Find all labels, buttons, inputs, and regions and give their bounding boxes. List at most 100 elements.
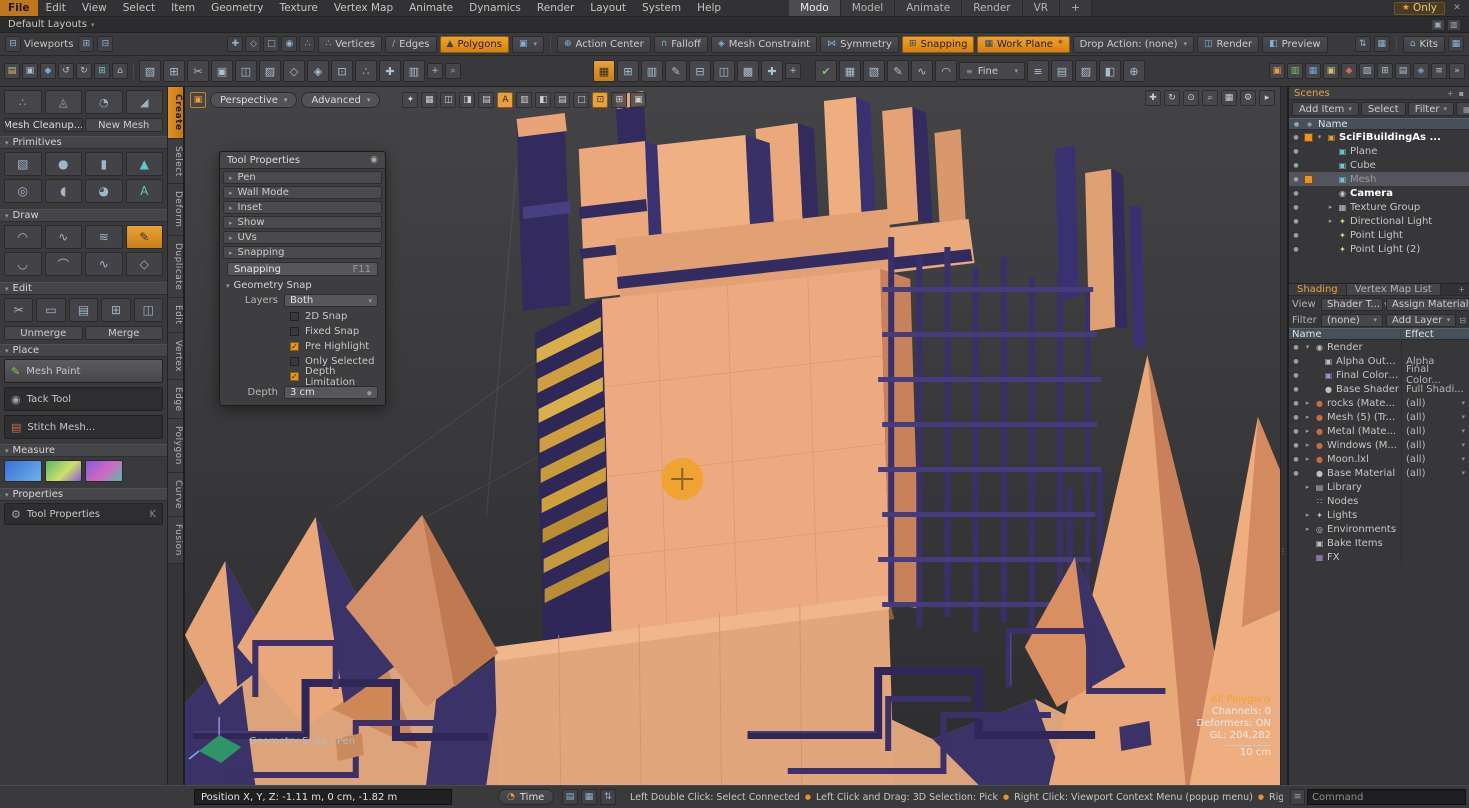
geometry-tool-icon[interactable]: ▣ bbox=[211, 60, 233, 82]
display-tool-icon[interactable]: ◧ bbox=[1099, 60, 1121, 82]
mesh-preset-icon[interactable]: ◢ bbox=[126, 90, 164, 114]
geometry-tool-icon[interactable]: ∴ bbox=[355, 60, 377, 82]
viewport-option-icon[interactable]: ▥ bbox=[516, 92, 532, 108]
eye-icon[interactable]: ● bbox=[1291, 442, 1301, 449]
preview-button[interactable]: ◧ Preview bbox=[1262, 36, 1327, 53]
expand-arrow-icon[interactable]: ▸ bbox=[1303, 483, 1312, 491]
viewport-nav-icon[interactable]: ⚙ bbox=[1240, 90, 1256, 106]
panel-options-icon[interactable]: ◉ bbox=[370, 155, 378, 165]
render-flag-icon[interactable] bbox=[1303, 133, 1313, 142]
snapping-toggle-button[interactable]: Snapping F11 bbox=[227, 262, 378, 276]
scene-item-row[interactable]: ● ▸ ✦ Directional Light bbox=[1289, 214, 1469, 228]
scene-item-row[interactable]: ● ◉ Camera bbox=[1289, 186, 1469, 200]
expand-arrow-icon[interactable]: ▸ bbox=[1303, 399, 1312, 407]
drop-action-dropdown[interactable]: Drop Action: (none) ▾ bbox=[1073, 36, 1194, 53]
eye-icon[interactable]: ● bbox=[1291, 232, 1301, 239]
expand-arrow-icon[interactable]: ▸ bbox=[1303, 455, 1312, 463]
shader-layer-row[interactable]: ● ▣ Final Color ... Final Color... bbox=[1289, 368, 1469, 382]
expand-arrow-icon[interactable]: ▸ bbox=[1303, 511, 1312, 519]
menu-item[interactable]: File bbox=[0, 0, 38, 16]
draw-tool-icon[interactable]: ✎ bbox=[126, 225, 164, 249]
section-properties[interactable]: ▾ Properties bbox=[0, 488, 167, 501]
add-icon[interactable]: + bbox=[1447, 89, 1454, 98]
left-tab[interactable]: Create bbox=[168, 87, 183, 139]
geometry-tool-icon[interactable]: ◫ bbox=[235, 60, 257, 82]
grid-layout-icon[interactable]: ▦ bbox=[1374, 36, 1390, 52]
primitive-tool-icon[interactable]: ◖ bbox=[45, 179, 83, 203]
new-mesh-button[interactable]: New Mesh bbox=[85, 118, 164, 132]
menu-item[interactable]: Texture bbox=[271, 0, 325, 16]
merge-button[interactable]: Merge bbox=[85, 326, 164, 340]
tab-shading[interactable]: Shading bbox=[1289, 284, 1347, 295]
edit-tool-icon[interactable]: ▭ bbox=[36, 298, 65, 322]
shader-layer-row[interactable]: ● ▾ ◉ Render bbox=[1289, 340, 1469, 354]
effect-dropdown-icon[interactable]: ▾ bbox=[1461, 399, 1465, 407]
workplane-tool-icon[interactable]: ✎ bbox=[887, 60, 909, 82]
mesh-preset-icon[interactable]: ◔ bbox=[85, 90, 123, 114]
viewport-option-icon[interactable]: ✦ bbox=[402, 92, 418, 108]
shader-layer-row[interactable]: ● ▸ ▤ Library bbox=[1289, 480, 1469, 494]
shader-layer-row[interactable]: ● ▸ ● Windows (M... (all) ▾ bbox=[1289, 438, 1469, 452]
menu-item[interactable]: Select bbox=[115, 0, 163, 16]
eye-icon[interactable]: ● bbox=[1291, 176, 1301, 183]
checkbox-row[interactable]: ✓ 2D Snap bbox=[220, 309, 385, 324]
render-flag-icon[interactable] bbox=[1303, 161, 1313, 170]
app-icon[interactable]: ↻ bbox=[76, 63, 92, 79]
display-tool-icon[interactable]: ≡ bbox=[1027, 60, 1049, 82]
panel-icon[interactable]: ⊞ bbox=[1377, 63, 1393, 79]
split-vertical-icon[interactable]: ⊟ bbox=[97, 36, 113, 52]
section-edit[interactable]: ▾ Edit bbox=[0, 282, 167, 295]
viewport-nav-icon[interactable]: ⌕ bbox=[1202, 90, 1218, 106]
checkbox[interactable]: ✓ bbox=[290, 312, 299, 321]
section-draw[interactable]: ▾ Draw bbox=[0, 209, 167, 222]
section-primitives[interactable]: ▾ Primitives bbox=[0, 136, 167, 149]
time-button[interactable]: ◔ Time bbox=[498, 789, 554, 805]
primitive-tool-icon[interactable]: ▲ bbox=[126, 152, 164, 176]
shader-layer-row[interactable]: ● ∷ Nodes bbox=[1289, 494, 1469, 508]
history-icon[interactable]: ≡ bbox=[1290, 789, 1305, 805]
panel-icon[interactable]: ◈ bbox=[1413, 63, 1429, 79]
scene-item-row[interactable]: ● ✦ Point Light (2) bbox=[1289, 242, 1469, 256]
add-tool-icon[interactable]: + bbox=[427, 63, 443, 79]
checkbox-row[interactable]: ✓ Depth Limitation bbox=[220, 369, 385, 384]
camera-view-dropdown[interactable]: Perspective ▾ bbox=[210, 92, 297, 108]
stepper-icon[interactable]: ◆ bbox=[367, 389, 372, 397]
left-tab[interactable]: Edge bbox=[168, 380, 183, 420]
vertices-mode-button[interactable]: ∴ Vertices bbox=[318, 36, 382, 53]
menu-item[interactable]: Edit bbox=[38, 0, 74, 16]
add-snap-icon[interactable]: + bbox=[785, 63, 801, 79]
scene-item-row[interactable]: ● ✦ Point Light bbox=[1289, 228, 1469, 242]
panel-icon[interactable]: ▤ bbox=[1395, 63, 1411, 79]
expand-arrow-icon[interactable]: ▾ bbox=[1303, 343, 1312, 351]
menu-item[interactable]: System bbox=[634, 0, 689, 16]
eye-icon[interactable]: ● bbox=[1291, 344, 1301, 351]
draw-tool-icon[interactable]: ∿ bbox=[85, 252, 123, 276]
render-flag-icon[interactable] bbox=[1303, 189, 1313, 198]
panel-icon[interactable]: ◆ bbox=[1341, 63, 1357, 79]
menu-item[interactable]: Help bbox=[689, 0, 729, 16]
geometry-tool-icon[interactable]: ◇ bbox=[283, 60, 305, 82]
scrollbar-handle[interactable]: ⋮ bbox=[1279, 548, 1287, 556]
shader-layer-row[interactable]: ● ▸ ● Moon.lxl (all) ▾ bbox=[1289, 452, 1469, 466]
falloff-button[interactable]: ∩ Falloff bbox=[654, 36, 708, 53]
left-tab[interactable]: Curve bbox=[168, 473, 183, 517]
left-tab[interactable]: Fusion bbox=[168, 517, 183, 564]
workspace-tab[interactable]: VR bbox=[1023, 0, 1060, 16]
draw-tool-icon[interactable]: ∿ bbox=[45, 225, 83, 249]
edit-tool-icon[interactable]: ▤ bbox=[69, 298, 98, 322]
app-icon[interactable]: ↺ bbox=[58, 63, 74, 79]
expand-arrow-icon[interactable]: ▸ bbox=[1303, 525, 1312, 533]
snap-tool-icon[interactable]: ⊟ bbox=[689, 60, 711, 82]
viewport-option-icon[interactable]: □ bbox=[573, 92, 589, 108]
viewport-option-icon[interactable]: ◨ bbox=[459, 92, 475, 108]
menu-item[interactable]: Vertex Map bbox=[326, 0, 401, 16]
scene-item-row[interactable]: ● ▾ ▣ SciFiBuildingAs ... bbox=[1289, 130, 1469, 144]
snap-tool-icon[interactable]: ✚ bbox=[761, 60, 783, 82]
menu-item[interactable]: Render bbox=[529, 0, 582, 16]
only-toggle[interactable]: ★ Only bbox=[1394, 2, 1445, 15]
viewport-option-icon[interactable]: ▦ bbox=[421, 92, 437, 108]
edit-tool-icon[interactable]: ⊞ bbox=[101, 298, 130, 322]
command-input[interactable] bbox=[1307, 789, 1466, 805]
eye-icon[interactable]: ● bbox=[1291, 414, 1301, 421]
shader-layer-row[interactable]: ● ▸ ● Metal (Mate... (all) ▾ bbox=[1289, 424, 1469, 438]
